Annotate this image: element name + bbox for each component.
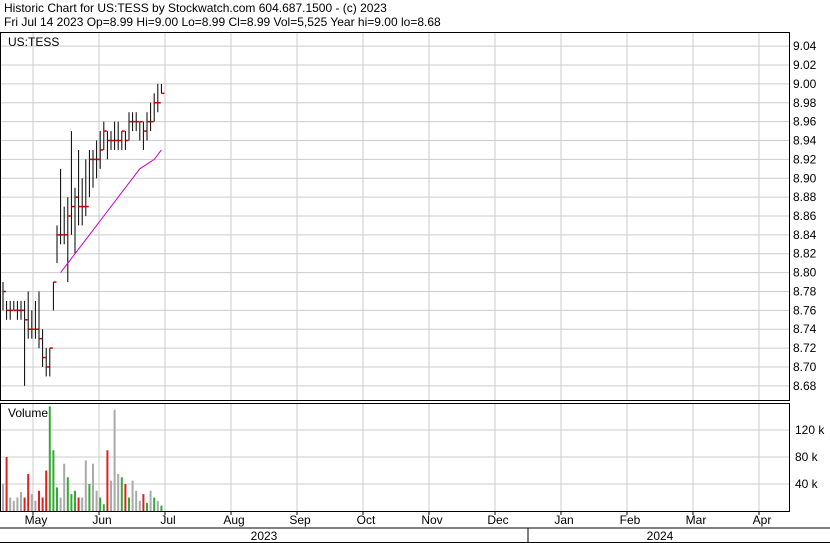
volume-bar — [56, 487, 58, 511]
volume-bar — [20, 492, 22, 511]
volume-tick-label: 40 k — [795, 477, 819, 491]
volume-bar — [2, 484, 4, 511]
month-tick-label: Dec — [487, 513, 508, 527]
volume-bar — [138, 500, 141, 511]
price-tick-label: 8.88 — [793, 190, 817, 204]
price-tick-label: 8.84 — [793, 228, 817, 242]
volume-bar — [131, 480, 134, 511]
volume-bar — [84, 460, 87, 511]
volume-bar — [160, 505, 163, 511]
month-tick-label: Sep — [289, 513, 311, 527]
year-label: 2024 — [647, 529, 674, 543]
volume-bar — [30, 494, 33, 511]
month-tick-label: Apr — [753, 513, 772, 527]
volume-bar — [99, 497, 102, 511]
month-tick-label: Nov — [421, 513, 442, 527]
volume-bar — [95, 490, 98, 511]
volume-bar — [113, 409, 116, 511]
volume-bar — [63, 463, 66, 511]
volume-bar — [81, 497, 84, 511]
month-tick-label: Jul — [160, 513, 175, 527]
price-tick-label: 9.00 — [793, 77, 817, 91]
volume-bar — [59, 497, 62, 511]
volume-bar — [48, 406, 51, 511]
price-tick-label: 8.96 — [793, 115, 817, 129]
volume-panel-label: Volume — [8, 406, 48, 420]
price-tick-label: 8.98 — [793, 96, 817, 110]
price-tick-label: 8.72 — [793, 341, 817, 355]
volume-bar — [45, 470, 48, 511]
month-tick-label: May — [25, 513, 48, 527]
volume-bar — [120, 477, 123, 511]
volume-bar — [12, 500, 15, 511]
price-tick-label: 9.04 — [793, 39, 817, 53]
price-tick-label: 9.02 — [793, 58, 817, 72]
volume-bar — [70, 494, 73, 511]
volume-bar — [9, 497, 12, 511]
volume-bar — [110, 480, 112, 511]
price-tick-label: 8.92 — [793, 152, 817, 166]
volume-bar — [124, 484, 127, 511]
price-tick-label: 8.90 — [793, 171, 817, 185]
volume-bar — [128, 497, 130, 511]
price-tick-label: 8.94 — [793, 134, 817, 148]
price-tick-label: 8.74 — [793, 322, 817, 336]
month-tick-label: Mar — [686, 513, 707, 527]
axes: 9.04 9.02 9.00 8.98 8.96 8.94 8.92 8.90 8.88 8.86… — [0, 32, 830, 543]
volume-bar — [106, 450, 109, 511]
volume-bar — [23, 497, 26, 511]
volume-bar — [88, 484, 91, 511]
volume-bar — [41, 497, 44, 511]
price-tick-label: 8.78 — [793, 284, 817, 298]
volume-bar — [38, 490, 40, 511]
month-tick-label: Feb — [620, 513, 641, 527]
volume-bars — [2, 406, 163, 511]
volume-tick-label: 120 k — [795, 423, 825, 437]
volume-bar — [16, 497, 19, 511]
volume-bar — [77, 497, 80, 511]
grid — [0, 32, 789, 511]
volume-bar — [74, 490, 76, 511]
volume-bar — [153, 497, 156, 511]
month-tick-label: Aug — [223, 513, 244, 527]
volume-bar — [102, 504, 105, 511]
volume-tick-label: 80 k — [795, 450, 819, 464]
price-tick-label: 8.70 — [793, 360, 817, 374]
volume-bar — [27, 473, 30, 511]
month-tick-label: Oct — [357, 513, 376, 527]
volume-bar — [146, 502, 148, 511]
volume-bar — [52, 450, 55, 511]
price-tick-label: 8.68 — [793, 379, 817, 393]
volume-bar — [149, 490, 152, 511]
volume-bar — [117, 473, 120, 511]
volume-bar — [5, 457, 8, 511]
stock-chart: 9.04 9.02 9.00 8.98 8.96 8.94 8.92 8.90 8.88 8.86… — [0, 32, 830, 543]
price-tick-label: 8.80 — [793, 266, 817, 280]
price-tick-label: 8.82 — [793, 247, 817, 261]
price-tick-label: 8.76 — [793, 303, 817, 317]
volume-bar — [66, 477, 69, 511]
year-label: 2023 — [251, 529, 278, 543]
month-tick-label: Jan — [554, 513, 573, 527]
volume-bar — [34, 500, 37, 511]
price-tick-label: 8.86 — [793, 209, 817, 223]
volume-bar — [135, 490, 138, 511]
price-panel-label: US:TESS — [8, 35, 59, 49]
volume-bar — [142, 494, 145, 511]
volume-bar — [92, 463, 94, 511]
month-tick-label: Jun — [92, 513, 111, 527]
volume-bar — [156, 500, 159, 511]
